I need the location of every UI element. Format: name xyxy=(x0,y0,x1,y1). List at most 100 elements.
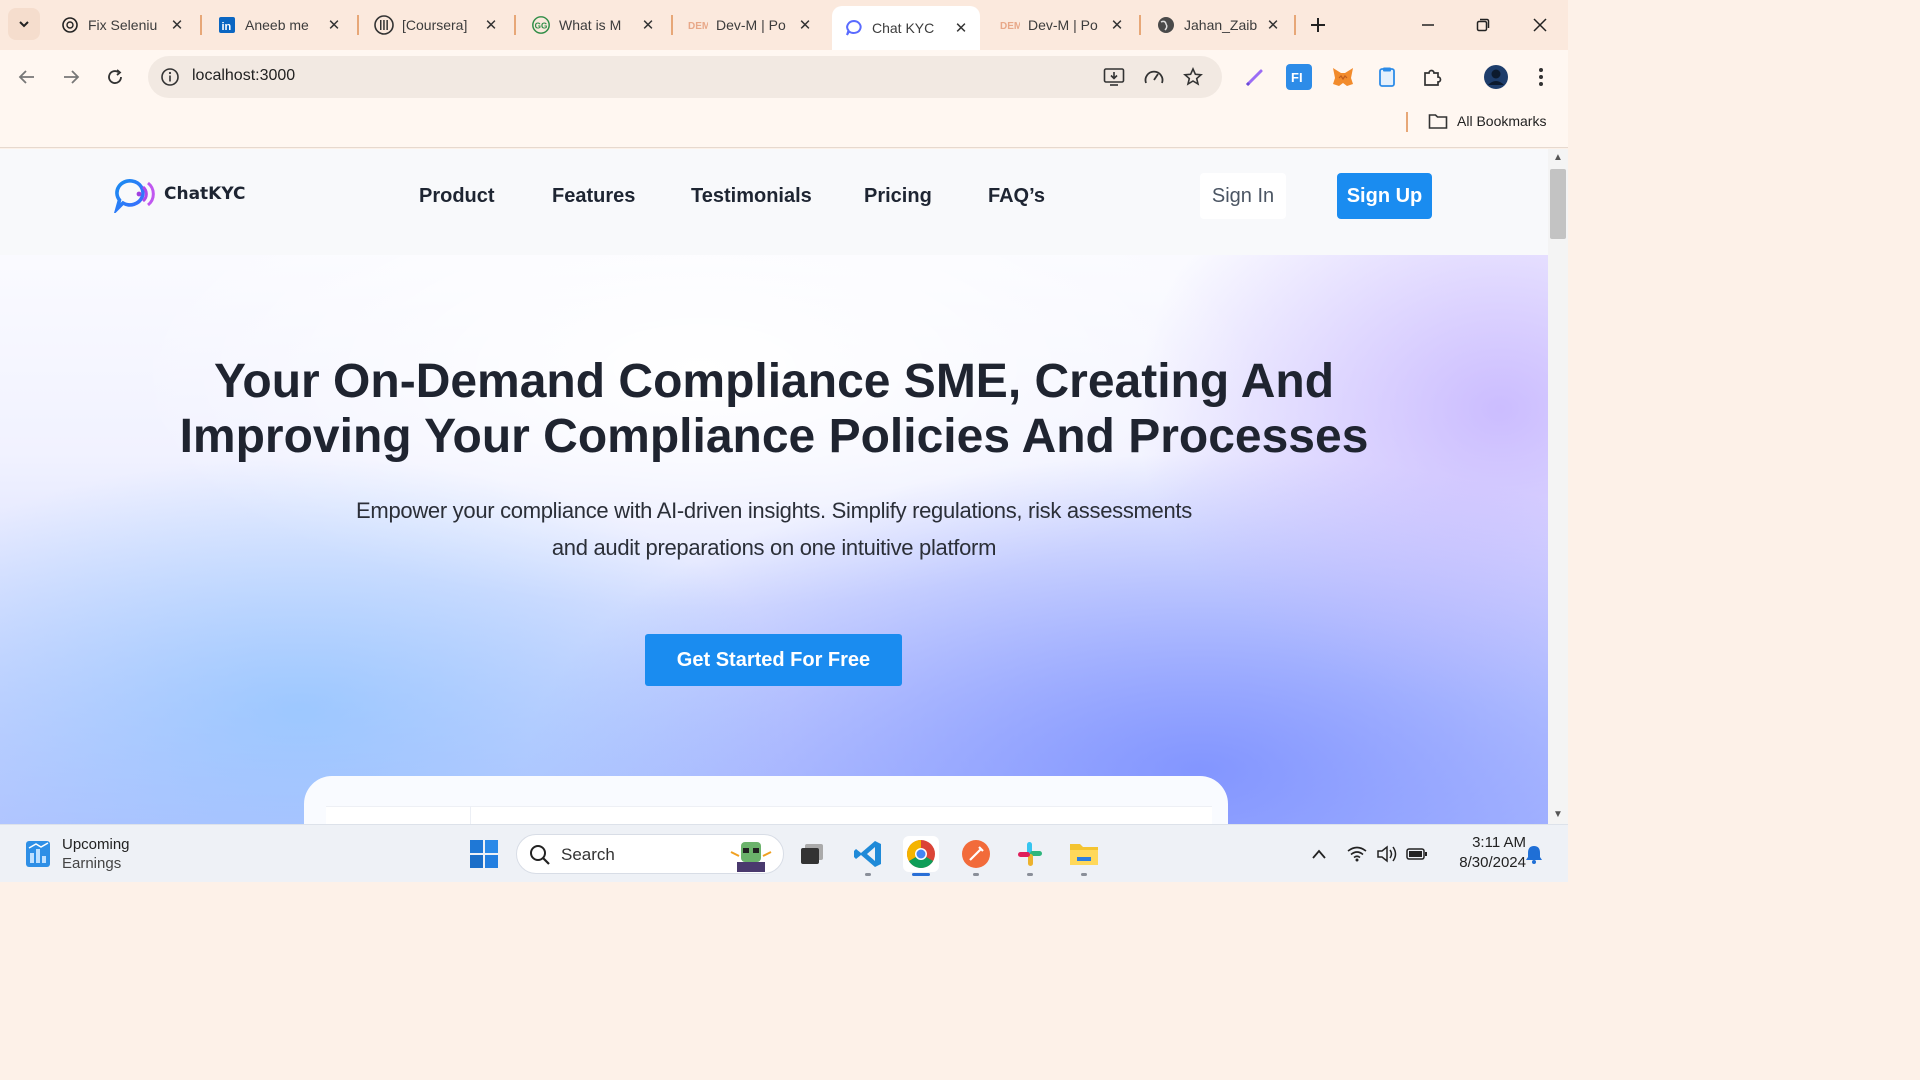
openai-icon xyxy=(60,15,80,35)
metamask-icon[interactable] xyxy=(1330,64,1356,90)
plus-icon xyxy=(1311,18,1325,32)
tab-close-button[interactable]: ✕ xyxy=(952,19,970,37)
volume-icon[interactable] xyxy=(1376,843,1398,865)
pen-extension-icon[interactable] xyxy=(1242,64,1268,90)
windows-logo-icon xyxy=(470,840,498,868)
tab-linkedin[interactable]: in Aneeb me ✕ xyxy=(205,6,353,44)
tab-jahan-zaib[interactable]: Jahan_Zaib ✕ xyxy=(1144,6,1292,44)
chevron-up-icon xyxy=(1312,849,1326,859)
scrollbar-thumb[interactable] xyxy=(1550,169,1566,239)
taskbar-search[interactable]: Search xyxy=(516,834,784,874)
site-info-icon[interactable] xyxy=(160,67,180,87)
forward-button[interactable] xyxy=(57,63,85,91)
minimize-button[interactable] xyxy=(1413,10,1443,40)
tab-separator xyxy=(1139,15,1141,35)
arrow-right-icon xyxy=(64,70,80,84)
running-indicator xyxy=(1081,873,1087,876)
widget-title: Upcoming xyxy=(62,836,130,853)
close-window-button[interactable] xyxy=(1525,10,1555,40)
site-logo[interactable]: ChatKYC xyxy=(114,175,246,213)
tab-coursera[interactable]: [Coursera] ✕ xyxy=(362,6,510,44)
coursera-icon xyxy=(374,15,394,35)
url-text[interactable]: localhost:3000 xyxy=(192,67,295,85)
reload-button[interactable] xyxy=(101,63,129,91)
taskbar-file-explorer[interactable] xyxy=(1066,836,1102,872)
taskbar-postman[interactable] xyxy=(958,836,994,872)
sign-in-button[interactable]: Sign In xyxy=(1200,173,1286,219)
scroll-down-arrow-icon[interactable]: ▼ xyxy=(1553,809,1563,820)
tab-geeksforgeeks[interactable]: GG What is M ✕ xyxy=(519,6,667,44)
new-tab-button[interactable] xyxy=(1305,12,1331,38)
task-view-button[interactable] xyxy=(794,836,830,872)
tab-close-button[interactable]: ✕ xyxy=(796,16,814,34)
tab-search-button[interactable] xyxy=(8,8,40,40)
get-started-button[interactable]: Get Started For Free xyxy=(645,634,902,686)
extensions-puzzle-icon[interactable] xyxy=(1419,64,1445,90)
tab-close-button[interactable]: ✕ xyxy=(325,16,343,34)
scroll-up-arrow-icon[interactable]: ▲ xyxy=(1553,152,1563,163)
vscode-icon xyxy=(854,841,881,867)
clipboard-extension-icon[interactable] xyxy=(1374,64,1400,90)
address-bar[interactable]: localhost:3000 xyxy=(148,56,1222,98)
tab-close-button[interactable]: ✕ xyxy=(1108,16,1126,34)
minimize-icon xyxy=(1422,24,1434,26)
devm-icon: DEM xyxy=(688,15,708,35)
svg-text:GG: GG xyxy=(535,22,548,31)
tab-separator xyxy=(514,15,516,35)
restore-button[interactable] xyxy=(1468,10,1498,40)
tab-separator xyxy=(671,15,673,35)
tab-chat-kyc[interactable]: Chat KYC ✕ xyxy=(832,6,980,50)
tab-close-button[interactable]: ✕ xyxy=(1264,16,1282,34)
nav-pricing[interactable]: Pricing xyxy=(864,185,932,208)
active-indicator xyxy=(912,873,930,876)
bookmark-separator xyxy=(1406,112,1408,132)
performance-icon[interactable] xyxy=(1143,66,1165,88)
nav-product[interactable]: Product xyxy=(419,185,495,208)
install-app-icon[interactable] xyxy=(1103,66,1125,88)
tab-close-button[interactable]: ✕ xyxy=(639,16,657,34)
svg-text:DEM: DEM xyxy=(688,21,708,32)
taskbar-chrome[interactable] xyxy=(903,836,939,872)
search-label: Search xyxy=(561,845,615,864)
page-scrollbar[interactable]: ▲ ▼ xyxy=(1548,149,1568,824)
tab-dev-m[interactable]: DEM Dev-M | Po ✕ xyxy=(676,6,824,44)
taskbar-vscode[interactable] xyxy=(850,836,886,872)
system-clock[interactable]: 3:11 AM 8/30/2024 xyxy=(1436,833,1526,873)
tab-strip: Fix Seleniu ✕ in Aneeb me ✕ [Coursera] ✕… xyxy=(0,0,1568,50)
all-bookmarks-label: All Bookmarks xyxy=(1457,113,1547,129)
tab-title: Aneeb me xyxy=(245,17,309,33)
nav-testimonials[interactable]: Testimonials xyxy=(691,185,812,208)
linkedin-icon: in xyxy=(217,15,237,35)
back-button[interactable] xyxy=(13,63,41,91)
folder-icon xyxy=(1070,844,1098,865)
wifi-icon[interactable] xyxy=(1346,843,1368,865)
chrome-icon xyxy=(907,840,935,868)
tab-dev-m-2[interactable]: DEM Dev-M | Po ✕ xyxy=(988,6,1136,44)
nav-features[interactable]: Features xyxy=(552,185,635,208)
taskbar-slack[interactable] xyxy=(1012,836,1048,872)
tab-close-button[interactable]: ✕ xyxy=(168,16,186,34)
show-hidden-icons-button[interactable] xyxy=(1308,843,1330,865)
fi-extension-icon[interactable]: FI xyxy=(1286,64,1312,90)
close-icon xyxy=(1533,18,1547,32)
tab-close-button[interactable]: ✕ xyxy=(482,16,500,34)
bookmark-star-icon[interactable] xyxy=(1182,66,1204,88)
search-icon xyxy=(530,845,550,865)
widgets-button[interactable]: Upcoming Earnings xyxy=(24,835,130,873)
browser-toolbar: localhost:3000 FI xyxy=(0,50,1568,104)
tab-fix-selenium[interactable]: Fix Seleniu ✕ xyxy=(48,6,196,44)
all-bookmarks-button[interactable]: All Bookmarks xyxy=(1428,112,1546,130)
sign-up-button[interactable]: Sign Up xyxy=(1337,173,1432,219)
page-viewport: ChatKYC Product Features Testimonials Pr… xyxy=(0,149,1548,824)
battery-icon[interactable] xyxy=(1406,843,1428,865)
hero-title: Your On-Demand Compliance SME, Creating … xyxy=(174,354,1374,464)
start-button[interactable] xyxy=(466,836,502,872)
nav-faqs[interactable]: FAQ’s xyxy=(988,185,1045,208)
tab-separator xyxy=(200,15,202,35)
profile-avatar-icon[interactable] xyxy=(1483,64,1509,90)
hero-subtitle-line-1: Empower your compliance with AI-driven i… xyxy=(356,498,1192,523)
notification-bell-icon[interactable] xyxy=(1523,843,1545,865)
browser-menu-icon[interactable] xyxy=(1528,64,1554,90)
devm-icon: DEM xyxy=(1000,15,1020,35)
reload-icon xyxy=(108,69,122,84)
